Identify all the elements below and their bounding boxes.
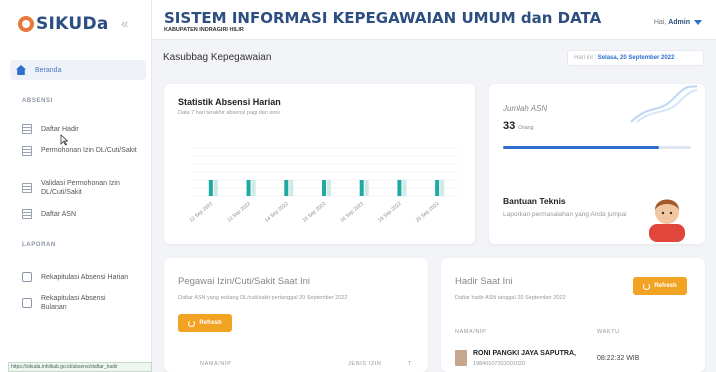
asn-count-unit: Orang [518,125,534,131]
chevron-down-icon [694,19,702,25]
table-icon [22,209,32,219]
jumlah-asn-card: Jumlah ASN 33 Orang Bantuan Teknis Lapork… [489,84,705,244]
sidebar-item-rekap-bulanan[interactable]: Rekapitulasi Absensi Bulanan [22,294,132,313]
asn-label: Jumlah ASN [503,104,548,113]
collapse-sidebar-icon[interactable]: « [121,16,128,31]
chart-bar [327,180,331,196]
asn-count: 33 Orang [503,120,534,132]
izin-title: Pegawai Izin/Cuti/Sakit Saat Ini [178,276,311,287]
attendance-time: 08:22:32 WIB [597,355,640,362]
user-name: Admin [668,19,690,26]
asn-progress-fill [503,146,660,149]
sidebar: SIKUDa « Beranda ABSENSI Daftar Hadir Pe… [0,0,152,372]
bantuan-teknis-title: Bantuan Teknis [503,196,566,206]
statistik-desc: Data 7 hari terakhir absensi pagi dan so… [178,110,281,116]
decorative-wave [630,85,698,123]
status-url-bar: https://sikuda.inhilkab.go.id/absensi/da… [8,362,152,372]
printer-icon [22,272,32,282]
chart-bar [359,180,364,196]
attendance-bar-chart: 12 Sep 2022 13 Sep 2022 14 Sep 2022 15 Sep … [189,147,458,224]
app-subtitle: KABUPATEN INDRAGIRI HILIR [164,27,244,33]
date-prefix: Hari ini : [574,55,597,61]
asn-count-value: 33 [503,120,516,132]
izin-desc: Daftar ASN yang sedang DL/cuti/sakit per… [178,295,348,301]
bantuan-teknis-desc[interactable]: Laporkan permasalahan yang Anda jumpai [503,210,643,220]
sidebar-item-label: Rekapitulasi Absensi Harian [41,273,129,281]
x-tick-label: 15 Sep 2022 [302,201,328,224]
chart-bar [435,180,440,196]
col-nama-nip: NAMA/NIP [455,329,487,335]
mouse-cursor-icon [60,134,68,146]
table-icon [22,146,32,156]
pegawai-izin-card: Pegawai Izin/Cuti/Sakit Saat Ini Daftar … [164,258,428,372]
app-title: SISTEM INFORMASI KEPEGAWAIAN UMUM dan DA… [164,9,602,27]
sidebar-item-daftar-hadir[interactable]: Daftar Hadir [22,124,158,134]
hadir-desc: Daftar hadir ASN tanggal 20 September 20… [455,295,566,301]
sidebar-item-label: Rekapitulasi Absensi Bulanan [41,295,106,312]
x-tick-label: 14 Sep 2022 [264,201,290,224]
x-tick-label: 19 Sep 2022 [377,201,403,224]
top-header: SISTEM INFORMASI KEPEGAWAIAN UMUM dan DA… [152,0,716,40]
brand[interactable]: SIKUDa [18,14,109,34]
col-waktu: WAKTU [597,329,620,335]
employee-photo [455,350,467,366]
sikuda-logo-icon [18,16,34,32]
chart-bar [208,180,213,196]
chart-bar [246,180,251,196]
sidebar-item-validasi-izin[interactable]: Validasi Permohonan Izin DL/Cuti/Sakit [22,179,144,198]
sidebar-item-permohonan-izin[interactable]: Permohonan Izin DL/Cuti/Sakit [22,146,137,156]
col-jenis-izin: JENIS IZIN [348,361,382,367]
asn-progress-bar [503,146,691,149]
support-avatar-icon [649,199,685,242]
chart-bar [440,180,445,196]
sidebar-item-label: Daftar ASN [41,210,77,218]
brand-name: SIKUDa [36,14,109,34]
chart-bar [397,180,402,196]
statistik-title: Statistik Absensi Harian [178,97,281,107]
chart-bar [284,180,289,196]
section-laporan: LAPORAN [22,242,56,248]
chart-bar [289,180,294,196]
sidebar-item-rekap-harian[interactable]: Rekapitulasi Absensi Harian [22,272,158,282]
page-title: Kasubbag Kepegawaian [163,52,272,63]
sidebar-item-label: Permohonan Izin DL/Cuti/Sakit [41,147,137,155]
sidebar-item-label: Beranda [35,66,62,74]
statistik-card: Statistik Absensi Harian Data 7 hari ter… [164,84,475,244]
col-t: T [408,361,412,367]
hadir-refresh-button[interactable]: Refresh [633,277,687,295]
section-absensi: ABSENSI [22,98,53,104]
table-icon [22,183,32,194]
chart-bar [402,180,407,196]
home-icon [16,65,26,75]
x-tick-label: 13 Sep 2022 [226,201,252,224]
date-display: Hari ini : Selasa, 20 September 2022 [567,50,704,66]
sidebar-item-label: Validasi Permohonan Izin DL/Cuti/Sakit [41,180,120,197]
chart-bar [322,180,326,196]
x-tick-label: 20 Sep 2022 [415,201,441,224]
hadir-card: Hadir Saat Ini Daftar hadir ASN tanggal … [441,258,705,372]
x-tick-label: 16 Sep 2022 [339,201,365,224]
sidebar-item-label: Daftar Hadir [41,125,79,133]
employee-name: RONI PANGKI JAYA SAPUTRA, [473,350,576,357]
sidebar-item-beranda[interactable]: Beranda [10,60,146,80]
refresh-icon [643,282,651,290]
table-icon [22,124,32,134]
employee-nip: 19840107201001020 [473,361,526,367]
printer-icon [22,298,32,309]
user-menu[interactable]: Hai, Admin [654,19,702,26]
sidebar-item-daftar-asn[interactable]: Daftar ASN [22,209,158,219]
greeting: Hai, [653,19,667,26]
refresh-icon [188,319,196,327]
chart-bar [364,180,369,196]
date-value: Selasa, 20 September 2022 [597,55,675,61]
refresh-label: Refresh [199,320,222,326]
izin-refresh-button[interactable]: Refresh [178,314,232,332]
refresh-label: Refresh [654,283,677,289]
hadir-title: Hadir Saat Ini [455,276,513,287]
chart-bar [251,180,256,196]
chart-bar [213,180,218,196]
x-tick-label: 12 Sep 2022 [189,201,215,224]
col-nama-nip: NAMA/NIP [200,361,232,367]
